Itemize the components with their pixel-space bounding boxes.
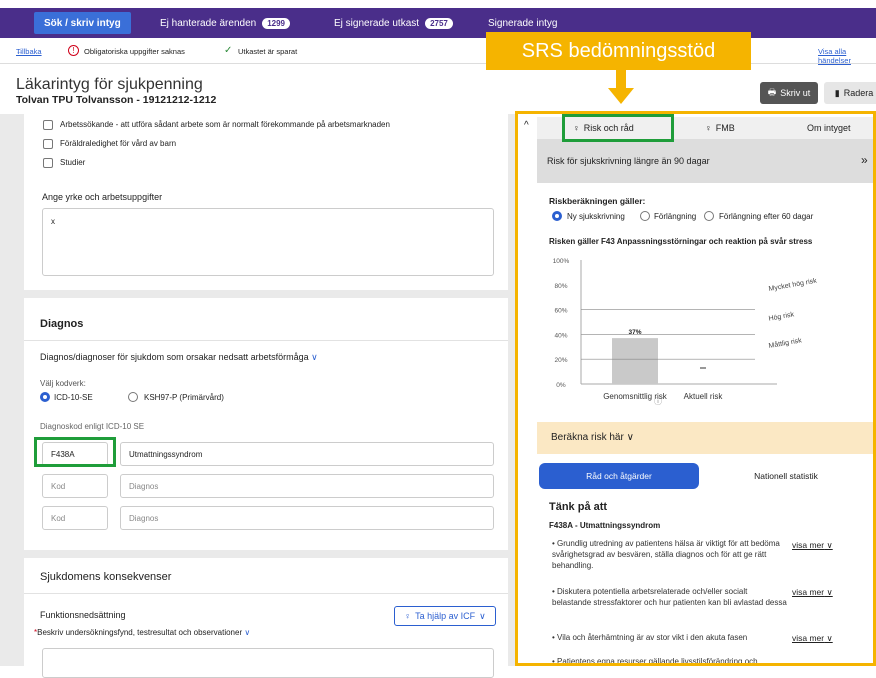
print-button[interactable]: 🖶 Skriv ut bbox=[760, 82, 818, 104]
printer-icon: 🖶 bbox=[767, 87, 777, 97]
consequences-card: Sjukdomens konsekvenser Funktionsnedsätt… bbox=[24, 558, 508, 678]
events-link[interactable]: Visa alla händelser bbox=[818, 47, 876, 65]
check-icon: ✓ bbox=[224, 45, 233, 56]
saved-text: Utkastet är sparat bbox=[238, 47, 298, 56]
diagnosis-input[interactable]: Utmattningssyndrom bbox=[120, 442, 494, 466]
diagnosis-title: Diagnos bbox=[40, 318, 84, 330]
print-label: Skriv ut bbox=[780, 88, 811, 98]
back-link[interactable]: ← Tillbaka bbox=[16, 47, 42, 56]
codesystem-label: Välj kodverk: bbox=[40, 379, 86, 388]
chevron-down-icon[interactable]: ∨ bbox=[311, 352, 318, 362]
radio-ksh97[interactable] bbox=[128, 392, 138, 402]
radio-icd10[interactable] bbox=[40, 392, 50, 402]
chevron-down-icon: ∨ bbox=[479, 610, 486, 621]
divider bbox=[24, 593, 508, 594]
page-title: Läkarintyg för sjukpenning bbox=[16, 76, 203, 93]
diagnosis-input[interactable]: Diagnos bbox=[120, 506, 494, 530]
checkbox-jobseeker[interactable] bbox=[43, 120, 53, 130]
tab-unhandled[interactable]: Ej hanterade ärenden 1299 bbox=[160, 12, 290, 34]
code-input-highlight bbox=[34, 437, 116, 467]
srs-highlight-frame bbox=[515, 111, 876, 666]
srs-callout: SRS bedömningsstöd bbox=[486, 32, 751, 70]
tab-unsigned-drafts[interactable]: Ej signerade utkast 2757 bbox=[334, 12, 453, 34]
function-label: Funktionsnedsättning bbox=[40, 610, 126, 620]
code-input[interactable]: Kod bbox=[42, 506, 108, 530]
diagnosis-input[interactable]: Diagnos bbox=[120, 474, 494, 498]
checkbox-label: Studier bbox=[60, 158, 86, 167]
arrow-left-icon: ← bbox=[16, 47, 24, 56]
radio-label: ICD-10-SE bbox=[54, 393, 93, 402]
count-badge: 1299 bbox=[262, 17, 290, 29]
count-badge: 2757 bbox=[425, 17, 453, 29]
divider bbox=[24, 340, 508, 341]
findings-textarea[interactable] bbox=[42, 648, 494, 678]
occupation-label: Ange yrke och arbetsuppgifter bbox=[42, 192, 163, 202]
icf-button[interactable]: ♀ Ta hjälp av ICF ∨ bbox=[394, 606, 496, 626]
risk-tab-highlight bbox=[562, 114, 674, 142]
tab-label: Ej signerade utkast bbox=[334, 17, 420, 29]
warning-icon: ! bbox=[68, 45, 79, 56]
lightbulb-icon: ♀ bbox=[404, 611, 412, 621]
diagnosis-question: Diagnos/diagnoser för sjukdom som orsaka… bbox=[40, 352, 318, 363]
radio-label: KSH97-P (Primärvård) bbox=[144, 393, 224, 402]
tab-label: Ej hanterade ärenden bbox=[160, 17, 257, 29]
code-label: Diagnoskod enligt ICD-10 SE bbox=[40, 422, 145, 431]
tab-label: Sök / skriv intyg bbox=[44, 17, 121, 29]
checkbox-label: Arbetssökande - att utföra sådant arbete… bbox=[60, 120, 390, 129]
consequences-title: Sjukdomens konsekvenser bbox=[40, 571, 172, 583]
arrow-down-icon bbox=[608, 70, 634, 104]
occupation-card: Arbetssökande - att utföra sådant arbete… bbox=[24, 114, 508, 290]
checkbox-parental-leave[interactable] bbox=[43, 139, 53, 149]
chevron-down-icon[interactable]: ∨ bbox=[244, 628, 250, 637]
code-input[interactable]: Kod bbox=[42, 474, 108, 498]
findings-label: Beskriv undersökningsfynd, testresultat … bbox=[37, 628, 243, 637]
delete-label: Radera bbox=[843, 88, 874, 98]
diagnosis-question-text: Diagnos/diagnoser för sjukdom som orsaka… bbox=[40, 352, 309, 362]
tab-search-write[interactable]: Sök / skriv intyg bbox=[34, 12, 131, 34]
occupation-textarea[interactable]: x bbox=[42, 208, 494, 276]
delete-button[interactable]: ▮ Radera bbox=[824, 82, 876, 104]
patient-name: Tolvan TPU Tolvansson - 19121212-1212 bbox=[16, 94, 217, 106]
warning-text: Obligatoriska uppgifter saknas bbox=[84, 47, 185, 56]
icf-label: Ta hjälp av ICF bbox=[415, 611, 476, 621]
findings-question: *Beskriv undersökningsfynd, testresultat… bbox=[34, 628, 250, 637]
trash-icon: ▮ bbox=[834, 87, 840, 98]
checkbox-label: Föräldraledighet för vård av barn bbox=[60, 139, 177, 148]
tab-signed[interactable]: Signerade intyg bbox=[488, 12, 558, 34]
diagnosis-card: Diagnos Diagnos/diagnoser för sjukdom so… bbox=[24, 298, 508, 550]
tab-label: Signerade intyg bbox=[488, 17, 558, 29]
checkbox-studies[interactable] bbox=[43, 158, 53, 168]
